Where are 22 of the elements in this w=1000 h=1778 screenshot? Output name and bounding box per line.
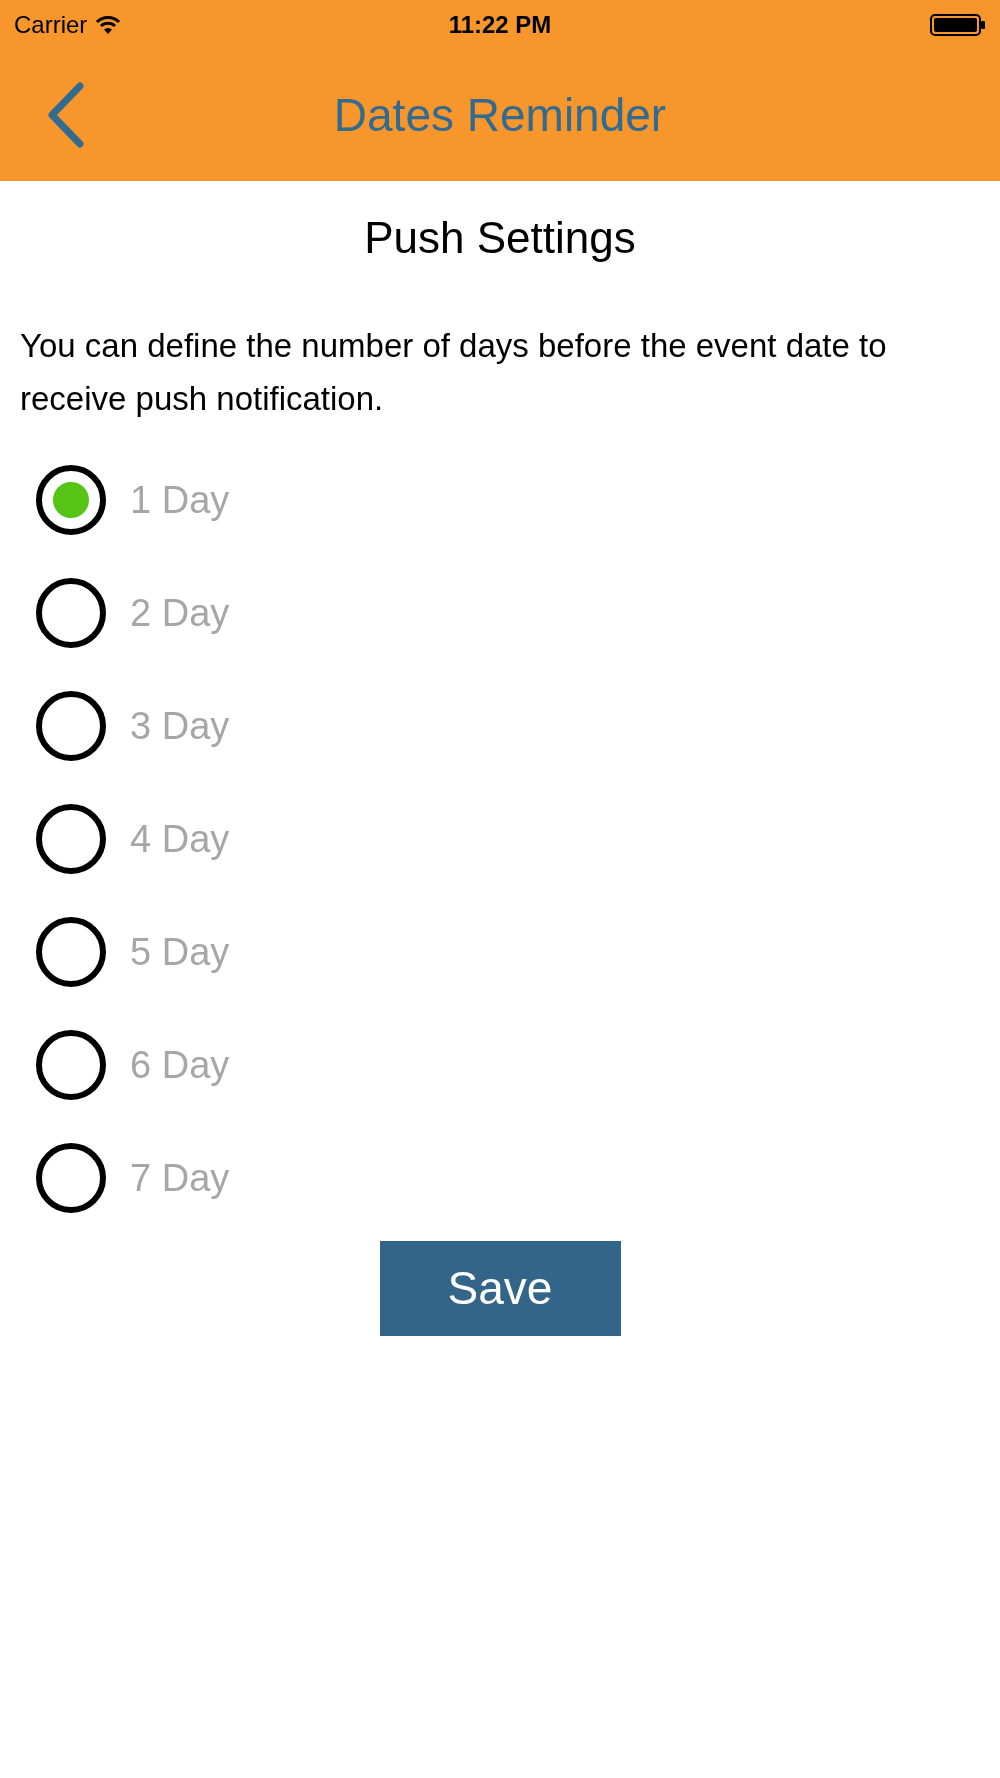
description-text: You can define the number of days before the event date to receive push notification. (20, 326, 888, 419)
radio-button[interactable] (36, 917, 106, 987)
radio-button[interactable] (36, 1030, 106, 1100)
day-option[interactable]: 6 Day (36, 1030, 964, 1100)
day-option[interactable]: 5 Day (36, 917, 964, 987)
day-option[interactable]: 4 Day (36, 804, 964, 874)
day-option[interactable]: 7 Day (36, 1143, 964, 1213)
wifi-icon (95, 15, 122, 35)
radio-button[interactable] (36, 1143, 106, 1213)
nav-title: Dates Reminder (333, 88, 667, 143)
status-time: 11:22 PM (448, 10, 552, 40)
radio-button[interactable] (36, 578, 106, 648)
day-option[interactable]: 3 Day (36, 691, 964, 761)
battery-icon (930, 13, 986, 37)
radio-button[interactable] (36, 691, 106, 761)
carrier-name: Carrier (14, 10, 88, 40)
save-button[interactable]: Save (379, 1241, 621, 1336)
day-option[interactable]: 2 Day (36, 578, 964, 648)
radio-button[interactable] (36, 804, 106, 874)
day-option[interactable]: 1 Day (36, 465, 964, 535)
radio-button[interactable] (36, 465, 106, 535)
page-heading: Push Settings (363, 212, 637, 264)
